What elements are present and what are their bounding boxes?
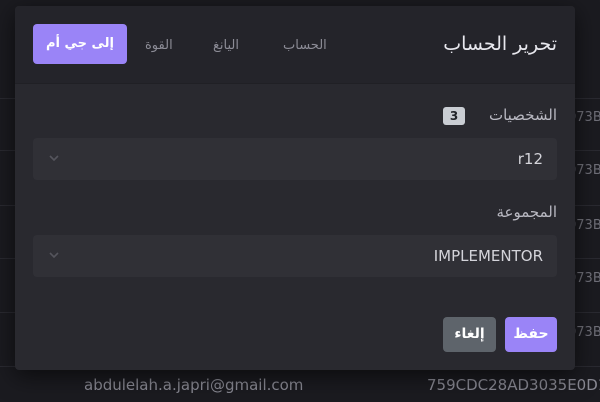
group-select[interactable]: IMPLEMENTOR: [33, 235, 557, 277]
tab-npc-button[interactable]: إلى جي أم: [33, 24, 127, 64]
tab-power[interactable]: القوة: [145, 38, 173, 53]
save-button[interactable]: حفظ: [505, 317, 557, 352]
modal-title: تحرير الحساب: [443, 33, 557, 55]
table-cell-id: 759CDC28AD3035E0D1A: [427, 376, 600, 394]
group-label: المجموعة: [496, 203, 557, 221]
tab-account[interactable]: الحساب: [283, 38, 327, 53]
characters-label: الشخصيات: [488, 106, 557, 124]
cancel-button[interactable]: إلغاء: [443, 317, 496, 352]
table-cell-email: abdulelah.a.japri@gmail.com: [84, 376, 304, 394]
edit-account-modal: تحرير الحساب الحساب اليانغ القوة إلى جي …: [15, 6, 575, 370]
characters-select-value: r12: [517, 150, 543, 168]
characters-select[interactable]: r12: [33, 138, 557, 180]
chevron-down-icon: [49, 252, 59, 259]
modal-header: تحرير الحساب الحساب اليانغ القوة إلى جي …: [15, 6, 575, 84]
chevron-down-icon: [49, 155, 59, 162]
group-select-value: IMPLEMENTOR: [433, 247, 543, 265]
tab-seller[interactable]: اليانغ: [213, 38, 239, 53]
characters-count-badge: 3: [443, 107, 465, 125]
